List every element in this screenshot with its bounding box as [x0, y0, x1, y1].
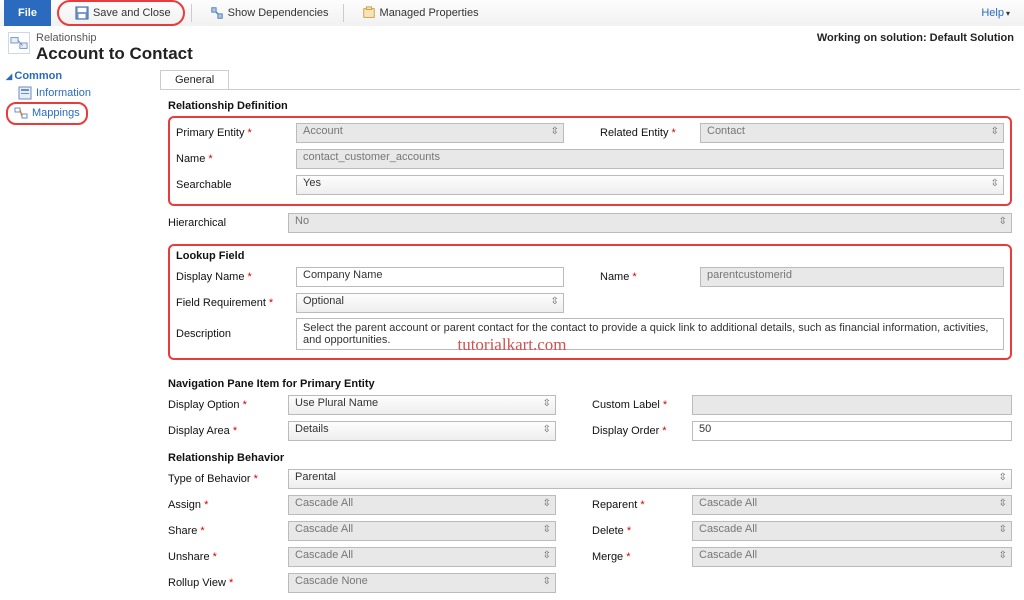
header-title: Account to Contact — [36, 44, 193, 64]
sidebar-group-common[interactable]: Common — [6, 70, 154, 82]
assign-select[interactable]: Cascade All — [288, 495, 556, 515]
display-name-field[interactable]: Company Name — [296, 267, 564, 287]
label-display-name: Display Name — [176, 271, 296, 283]
merge-select[interactable]: Cascade All — [692, 547, 1012, 567]
section-lookup-field: Lookup Field — [176, 250, 1004, 262]
section-relationship-behavior: Relationship Behavior — [168, 452, 1012, 464]
label-unshare: Unshare — [168, 551, 288, 563]
custom-label-field[interactable] — [692, 395, 1012, 415]
managed-properties-button[interactable]: Managed Properties — [354, 3, 487, 23]
save-and-close-label: Save and Close — [93, 7, 171, 19]
show-dependencies-button[interactable]: Show Dependencies — [202, 3, 337, 23]
type-behavior-select[interactable]: Parental — [288, 469, 1012, 489]
content-panel: General Relationship Definition Primary … — [160, 70, 1024, 600]
dependencies-icon — [210, 6, 224, 20]
information-icon — [18, 86, 32, 100]
hierarchical-select[interactable]: No — [288, 213, 1012, 233]
description-field[interactable]: Select the parent account or parent cont… — [296, 318, 1004, 350]
header: Relationship Account to Contact Working … — [0, 26, 1024, 70]
share-select[interactable]: Cascade All — [288, 521, 556, 541]
delete-select[interactable]: Cascade All — [692, 521, 1012, 541]
related-entity-select[interactable]: Contact — [700, 123, 1004, 143]
label-name: Name — [176, 153, 296, 165]
sidebar-item-mappings[interactable]: Mappings — [10, 104, 80, 122]
help-link[interactable]: ? Help ▾ — [978, 7, 1010, 19]
label-field-requirement: Field Requirement — [176, 297, 296, 309]
relationship-name-field[interactable]: contact_customer_accounts — [296, 149, 1004, 169]
save-icon — [75, 6, 89, 20]
field-requirement-select[interactable]: Optional — [296, 293, 564, 313]
label-description: Description — [176, 328, 296, 340]
unshare-select[interactable]: Cascade All — [288, 547, 556, 567]
sidebar: Common Information Mappings — [0, 70, 160, 600]
rollup-view-select[interactable]: Cascade None — [288, 573, 556, 593]
label-merge: Merge — [592, 551, 692, 563]
label-assign: Assign — [168, 499, 288, 511]
label-share: Share — [168, 525, 288, 537]
file-menu[interactable]: File — [4, 0, 51, 26]
mappings-icon — [14, 106, 28, 120]
display-area-select[interactable]: Details — [288, 421, 556, 441]
searchable-select[interactable]: Yes — [296, 175, 1004, 195]
section-nav-pane: Navigation Pane Item for Primary Entity — [168, 378, 1012, 390]
label-delete: Delete — [592, 525, 692, 537]
primary-entity-select[interactable]: Account — [296, 123, 564, 143]
help-label: Help — [981, 7, 1004, 19]
label-display-option: Display Option — [168, 399, 288, 411]
lookup-name-field[interactable]: parentcustomerid — [700, 267, 1004, 287]
label-display-order: Display Order — [592, 425, 692, 437]
dropdown-icon: ▾ — [1006, 9, 1010, 18]
label-reparent: Reparent — [592, 499, 692, 511]
label-display-area: Display Area — [168, 425, 288, 437]
sidebar-item-label: Information — [36, 87, 91, 99]
label-rollup-view: Rollup View — [168, 577, 288, 589]
save-and-close-button[interactable]: Save and Close — [67, 3, 179, 23]
sidebar-item-information[interactable]: Information — [6, 84, 154, 102]
display-option-select[interactable]: Use Plural Name — [288, 395, 556, 415]
managed-properties-label: Managed Properties — [380, 7, 479, 19]
managed-props-icon — [362, 6, 376, 20]
label-lookup-name: Name — [600, 271, 700, 283]
header-subtitle: Relationship — [36, 32, 193, 44]
show-dependencies-label: Show Dependencies — [228, 7, 329, 19]
label-related-entity: Related Entity — [600, 127, 700, 139]
label-type-behavior: Type of Behavior — [168, 473, 288, 485]
label-primary-entity: Primary Entity — [176, 127, 296, 139]
relationship-icon — [8, 32, 30, 54]
display-order-field[interactable]: 50 — [692, 421, 1012, 441]
section-relationship-definition: Relationship Definition — [168, 100, 1012, 112]
label-custom-label: Custom Label — [592, 399, 692, 411]
working-on-solution: Working on solution: Default Solution — [817, 32, 1014, 44]
label-searchable: Searchable — [176, 179, 296, 191]
tab-general[interactable]: General — [160, 70, 229, 89]
reparent-select[interactable]: Cascade All — [692, 495, 1012, 515]
toolbar: File Save and Close Show Dependencies Ma… — [0, 0, 1024, 26]
sidebar-item-label: Mappings — [32, 107, 80, 119]
label-hierarchical: Hierarchical — [168, 217, 288, 229]
